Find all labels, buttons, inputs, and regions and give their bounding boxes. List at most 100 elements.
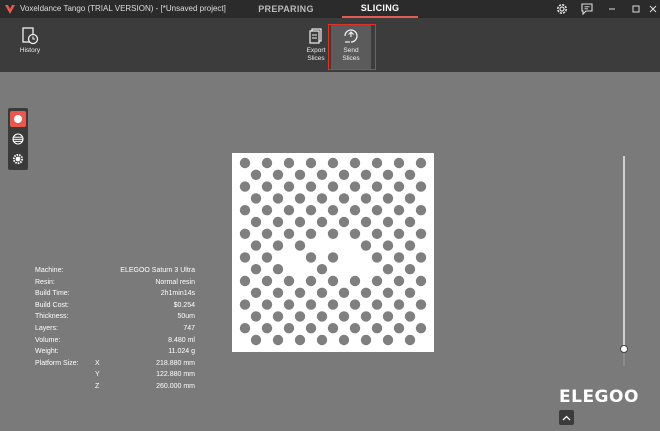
slice-hole	[338, 311, 350, 322]
slice-view-icon	[14, 115, 22, 123]
slice-hole	[239, 299, 251, 310]
slice-hole	[261, 157, 273, 169]
slice-hole	[393, 275, 405, 287]
slice-hole	[404, 216, 416, 228]
slice-hole	[338, 193, 350, 204]
slice-hole	[327, 252, 339, 263]
slice-hole	[316, 264, 328, 275]
info-value: 8.480 ml	[168, 336, 195, 344]
info-row: Volume: 8.480 ml	[35, 335, 195, 347]
slice-hole	[360, 311, 372, 322]
layers-view-button[interactable]	[10, 131, 26, 147]
slice-view-button[interactable]	[10, 111, 26, 127]
layers-view-icon	[12, 133, 24, 145]
slice-hole	[316, 287, 328, 298]
expand-panel-button[interactable]	[559, 410, 574, 425]
slice-hole	[360, 287, 372, 298]
close-button[interactable]	[641, 0, 660, 18]
info-key: Platform Size:	[35, 359, 79, 367]
slice-hole	[316, 311, 328, 322]
slice-hole	[272, 311, 284, 322]
slice-hole	[382, 311, 394, 322]
slice-hole	[349, 323, 361, 334]
slice-hole	[404, 334, 416, 346]
slice-hole	[272, 264, 284, 275]
slice-hole	[327, 228, 339, 239]
close-icon	[649, 5, 657, 13]
slice-hole	[327, 323, 339, 334]
info-key: Thickness:	[35, 313, 69, 321]
window-title: Voxeldance Tango (TRIAL VERSION) - [*Uns…	[20, 4, 226, 13]
info-value: 260.000 mm	[156, 382, 195, 390]
slice-hole	[393, 299, 405, 310]
gear-view-button[interactable]	[10, 151, 26, 167]
slice-hole	[239, 181, 251, 192]
info-key: Layers:	[35, 324, 58, 332]
info-axis: Y	[95, 371, 100, 379]
message-icon[interactable]	[580, 2, 594, 16]
slice-hole	[272, 169, 284, 180]
history-button[interactable]: History	[10, 24, 50, 70]
slice-hole	[250, 311, 262, 322]
slice-hole	[371, 205, 383, 216]
slice-hole	[327, 157, 339, 169]
history-label: History	[19, 47, 41, 54]
slice-hole	[305, 299, 317, 310]
info-value: 2h1min14s	[160, 290, 195, 298]
slice-hole	[305, 252, 317, 263]
slice-hole	[415, 228, 427, 239]
tab-slicing[interactable]: SLICING	[342, 0, 418, 18]
info-value: 747	[183, 324, 195, 332]
settings-gear-icon[interactable]	[555, 2, 569, 16]
slice-hole	[283, 228, 295, 239]
slice-hole	[415, 299, 427, 310]
gear-view-icon	[12, 153, 24, 165]
minimize-button[interactable]	[600, 0, 624, 18]
slice-hole	[250, 287, 262, 298]
tab-preparing[interactable]: PREPARING	[238, 0, 334, 18]
layer-slider-track[interactable]	[623, 156, 625, 352]
slice-hole	[404, 287, 416, 298]
slice-preview[interactable]	[232, 153, 434, 352]
slice-hole	[371, 323, 383, 334]
slice-hole	[327, 299, 339, 310]
slice-hole	[360, 216, 372, 228]
slice-hole	[404, 193, 416, 204]
slice-hole	[305, 275, 317, 287]
slice-hole	[382, 216, 394, 228]
info-row: Weight: 11.024 g	[35, 346, 195, 358]
slice-hole	[349, 275, 361, 287]
slice-hole	[371, 252, 383, 263]
slice-hole	[305, 181, 317, 192]
info-axis: X	[95, 359, 100, 367]
info-key: Build Time:	[35, 290, 70, 298]
slice-hole	[239, 323, 251, 334]
slice-hole	[305, 205, 317, 216]
slice-hole	[283, 275, 295, 287]
slice-hole	[404, 240, 416, 251]
slice-hole	[316, 193, 328, 204]
export-slices-label: Export Slices	[306, 47, 326, 62]
slice-hole	[261, 181, 273, 192]
slice-hole	[239, 228, 251, 239]
slice-hole	[294, 287, 306, 298]
info-key: Weight:	[35, 348, 59, 356]
slice-hole	[371, 157, 383, 169]
slice-hole	[349, 228, 361, 239]
slice-hole	[261, 252, 273, 263]
info-row: Layers: 747	[35, 323, 195, 335]
slice-hole	[415, 275, 427, 287]
view-mode-bar	[8, 108, 28, 170]
slice-hole	[382, 334, 394, 346]
info-row: Resin: Normal resin	[35, 277, 195, 289]
slice-hole	[404, 264, 416, 275]
slice-hole	[393, 228, 405, 239]
info-axis: Z	[95, 382, 100, 390]
slice-hole	[360, 334, 372, 346]
slice-hole	[305, 323, 317, 334]
slice-hole	[272, 240, 284, 251]
layer-slider-handle[interactable]	[620, 345, 628, 353]
slice-hole	[272, 193, 284, 204]
slice-hole	[338, 169, 350, 180]
slice-hole	[250, 193, 262, 204]
